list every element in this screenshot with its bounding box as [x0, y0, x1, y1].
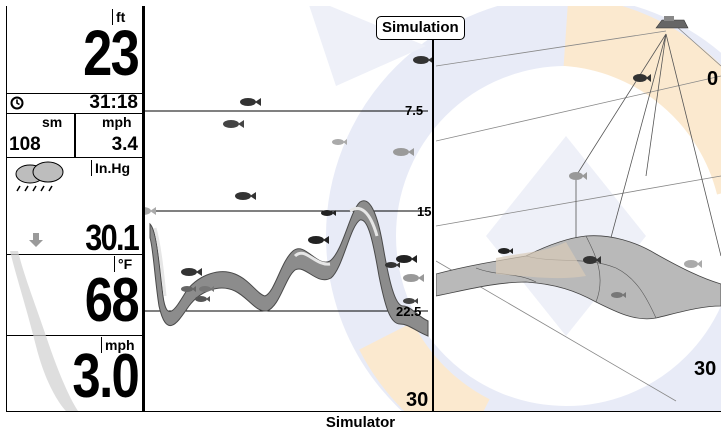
- weather-cloud-icon: [15, 161, 64, 192]
- boat-icon: [655, 16, 689, 29]
- 3d-depth-bottom: 30: [694, 358, 717, 380]
- sonar-view: [145, 56, 434, 337]
- 3d-depth-top: 0: [707, 68, 719, 90]
- fish-icon: [223, 120, 244, 128]
- depth-readout: 23: [82, 17, 140, 89]
- fish-icon: [308, 236, 329, 244]
- fish-icon: [235, 192, 256, 200]
- divider: [6, 157, 142, 158]
- fish-icon: [569, 172, 587, 180]
- fish-icon: [413, 56, 434, 64]
- speed-unit-small: mph: [102, 114, 132, 130]
- depth-label-22-5: 22.5: [396, 304, 422, 319]
- frame-border: [6, 411, 721, 412]
- fish-icon: [385, 262, 400, 268]
- distance-readout: 108: [9, 134, 41, 155]
- depth-label-7-5: 7.5: [405, 103, 424, 118]
- fish-icon: [633, 74, 651, 82]
- bottom-terrain: [436, 235, 721, 320]
- fish-icon: [181, 268, 202, 276]
- fish-icon: [684, 260, 702, 268]
- fish-icon: [332, 139, 347, 145]
- simulation-mode-tag: Simulation: [376, 16, 465, 40]
- speed-readout-small: 3.4: [111, 134, 138, 155]
- frame-border: [6, 6, 7, 411]
- timer-readout: 31:18: [89, 92, 138, 113]
- depth-label-15: 15: [417, 204, 432, 219]
- caption: Simulator: [325, 414, 396, 431]
- background-sonar-trace: [10, 251, 78, 411]
- fish-icon: [498, 248, 513, 254]
- sonar-screen: ft 23 31:18 sm mph 108 3.4 In.Hg 30.1 °F: [6, 6, 721, 411]
- divider: [74, 113, 76, 158]
- fish-icon: [240, 98, 261, 106]
- fish-icon: [396, 255, 417, 263]
- fish-icon: [403, 274, 424, 282]
- fish-icon: [393, 148, 414, 156]
- clock-icon: [10, 96, 24, 110]
- pressure-unit: In.Hg: [91, 160, 130, 176]
- sonar-bottom-depth: 30: [406, 389, 429, 411]
- fish-icon: [195, 296, 210, 302]
- distance-unit: sm: [42, 114, 63, 130]
- fish-icon: [145, 207, 156, 215]
- 3d-sonar-view: [436, 16, 721, 402]
- view-divider: [432, 36, 434, 411]
